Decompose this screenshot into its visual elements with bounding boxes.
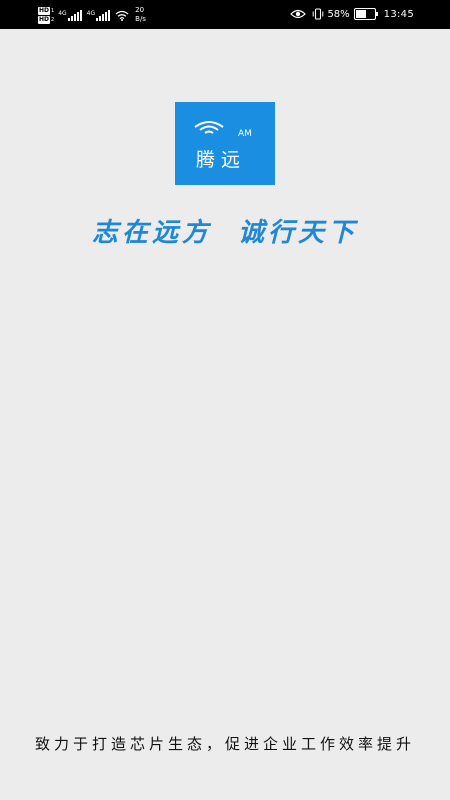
sim2-hd-indicator: HD 2 — [38, 15, 55, 24]
signal-icon — [96, 9, 111, 21]
battery-percent: 58% — [327, 8, 350, 20]
signal-icon — [67, 9, 82, 21]
logo-brand-name: 腾远 — [196, 149, 247, 171]
hd-icon: HD — [38, 6, 51, 15]
battery-level-fill — [355, 10, 367, 18]
eye-icon — [290, 9, 307, 19]
status-bar-right: 58% 13:45 — [290, 3, 414, 25]
tagline: 致力于打造芯片生态，促进企业工作效率提升 — [34, 735, 415, 753]
network-speed-value: 20 — [135, 6, 145, 14]
clock: 13:45 — [383, 8, 414, 20]
battery-icon — [353, 8, 378, 20]
sim1-network-type: 4G — [58, 9, 67, 17]
slogan: 志在远方 诚行天下 — [91, 218, 359, 248]
sim1-hd-indicator: HD 1 — [38, 6, 55, 15]
status-bar-left: HD 1 HD 2 4G 4G 20 B/s — [38, 4, 146, 26]
sim1-number: 1 — [51, 7, 55, 14]
status-bar: HD 1 HD 2 4G 4G 20 B/s 58% 13:45 — [0, 0, 450, 29]
sim2-number: 2 — [51, 16, 55, 23]
sim2-network-type: 4G — [86, 9, 96, 17]
vibrate-icon — [313, 8, 324, 20]
sim2-signal: 4G — [86, 9, 111, 21]
hd-icon: HD — [38, 15, 51, 24]
sim1-signal: 4G — [58, 9, 82, 21]
wifi-icon — [115, 10, 129, 21]
app-logo: AM 腾远 — [175, 102, 275, 185]
network-speed: 20 B/s — [135, 6, 146, 24]
hd-voice-indicators: HD 1 HD 2 — [38, 6, 55, 24]
network-speed-unit: B/s — [135, 15, 146, 23]
logo-am-label: AM — [238, 129, 252, 139]
wifi-icon — [194, 121, 224, 134]
